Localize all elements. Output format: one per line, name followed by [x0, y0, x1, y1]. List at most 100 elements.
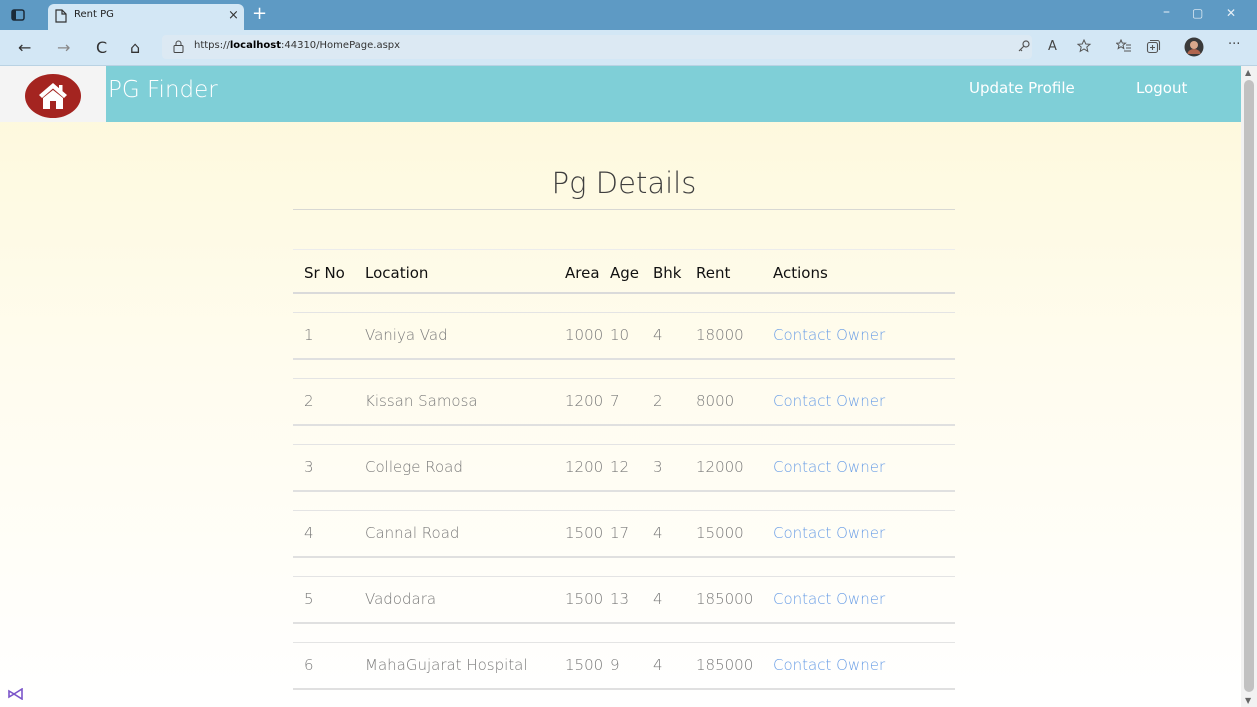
minimize-icon[interactable]: – — [1163, 4, 1170, 20]
tab-actions-icon[interactable] — [10, 7, 26, 23]
logo-badge — [25, 74, 81, 118]
header-age: Age — [610, 249, 653, 294]
lock-icon — [173, 40, 184, 53]
row-spacer — [293, 292, 955, 313]
site-navbar: PG Finder Update Profile Logout — [0, 66, 1241, 122]
cell-rent: 12000 — [696, 444, 773, 492]
cell-rent: 8000 — [696, 378, 773, 426]
cell-age: 7 — [610, 378, 653, 426]
logo-container[interactable] — [0, 66, 106, 122]
scroll-thumb[interactable] — [1244, 80, 1254, 692]
table-row: 3 College Road 1200 12 3 12000 Contact O… — [293, 444, 955, 492]
cell-location: Kissan Samosa — [365, 378, 565, 426]
page-icon — [55, 9, 67, 23]
update-profile-link[interactable]: Update Profile — [969, 79, 1075, 97]
header-area: Area — [565, 249, 610, 294]
cell-area: 1500 — [565, 576, 610, 624]
cell-sr-no: 1 — [293, 312, 365, 360]
cell-location: College Road — [365, 444, 565, 492]
cell-age: 12 — [610, 444, 653, 492]
browser-address-bar: ← → C ⌂ https://localhost:44310/HomePage… — [0, 30, 1257, 66]
tab-title: Rent PG — [74, 9, 114, 20]
collections-icon[interactable] — [1146, 39, 1161, 54]
cell-bhk: 4 — [653, 576, 696, 624]
row-spacer — [293, 358, 955, 379]
brand-title[interactable]: PG Finder — [108, 77, 218, 103]
page-title: Pg Details — [551, 166, 697, 200]
close-window-icon[interactable]: ✕ — [1226, 6, 1236, 20]
cell-bhk: 2 — [653, 378, 696, 426]
contact-owner-link[interactable]: Contact Owner — [773, 392, 885, 410]
url-text: https://localhost:44310/HomePage.aspx — [194, 40, 401, 51]
cell-bhk: 4 — [653, 510, 696, 558]
cell-area: 1000 — [565, 312, 610, 360]
key-icon[interactable] — [1017, 39, 1031, 53]
contact-owner-link[interactable]: Contact Owner — [773, 524, 885, 542]
home-icon — [39, 83, 67, 109]
contact-owner-link[interactable]: Contact Owner — [773, 458, 885, 476]
scroll-down-icon[interactable]: ▼ — [1245, 696, 1251, 705]
cell-area: 1500 — [565, 510, 610, 558]
cell-rent: 18000 — [696, 312, 773, 360]
table-header-row: Sr No Location Area Age Bhk Rent Actions — [293, 249, 955, 294]
header-sr-no: Sr No — [293, 249, 365, 294]
cell-area: 1200 — [565, 444, 610, 492]
home-nav-icon[interactable]: ⌂ — [130, 38, 140, 57]
favorite-icon[interactable] — [1077, 39, 1093, 53]
forward-icon[interactable]: → — [57, 38, 70, 57]
cell-rent: 185000 — [696, 642, 773, 690]
cell-age: 9 — [610, 642, 653, 690]
header-rent: Rent — [696, 249, 773, 294]
table-row: 2 Kissan Samosa 1200 7 2 8000 Contact Ow… — [293, 378, 955, 426]
cell-area: 1500 — [565, 642, 610, 690]
cell-sr-no: 6 — [293, 642, 365, 690]
row-spacer — [293, 424, 955, 445]
back-icon[interactable]: ← — [18, 38, 31, 57]
url-field[interactable]: https://localhost:44310/HomePage.aspx — [162, 35, 1032, 59]
page-scrollbar[interactable]: ▲ ▼ — [1241, 66, 1257, 707]
browser-tab-bar: Rent PG × + – ▢ ✕ — [0, 0, 1257, 30]
tab-close-icon[interactable]: × — [228, 8, 239, 23]
cell-rent: 185000 — [696, 576, 773, 624]
header-actions: Actions — [773, 249, 955, 294]
more-options-icon[interactable]: ··· — [1228, 37, 1240, 52]
cell-area: 1200 — [565, 378, 610, 426]
new-tab-button[interactable]: + — [252, 3, 267, 24]
cell-sr-no: 4 — [293, 510, 365, 558]
row-spacer — [293, 490, 955, 511]
contact-owner-link[interactable]: Contact Owner — [773, 326, 885, 344]
pg-details-table: Sr No Location Area Age Bhk Rent Actions… — [293, 249, 955, 690]
page-viewport: PG Finder Update Profile Logout Pg Detai… — [0, 66, 1241, 707]
title-divider — [293, 209, 955, 210]
table-row: 1 Vaniya Vad 1000 10 4 18000 Contact Own… — [293, 312, 955, 360]
table-row: 5 Vadodara 1500 13 4 185000 Contact Owne… — [293, 576, 955, 624]
scroll-up-icon[interactable]: ▲ — [1245, 68, 1251, 77]
contact-owner-link[interactable]: Contact Owner — [773, 590, 885, 608]
cell-location: Cannal Road — [365, 510, 565, 558]
cell-bhk: 4 — [653, 312, 696, 360]
contact-owner-link[interactable]: Contact Owner — [773, 656, 885, 674]
header-bhk: Bhk — [653, 249, 696, 294]
cell-bhk: 3 — [653, 444, 696, 492]
cell-sr-no: 5 — [293, 576, 365, 624]
cell-bhk: 4 — [653, 642, 696, 690]
cell-age: 13 — [610, 576, 653, 624]
cell-location: MahaGujarat Hospital — [365, 642, 565, 690]
browser-tab[interactable]: Rent PG × — [48, 4, 244, 30]
cell-age: 17 — [610, 510, 653, 558]
restore-icon[interactable]: ▢ — [1192, 6, 1203, 20]
cell-sr-no: 2 — [293, 378, 365, 426]
table-row: 6 MahaGujarat Hospital 1500 9 4 185000 C… — [293, 642, 955, 690]
read-aloud-icon[interactable]: A — [1048, 39, 1057, 54]
row-spacer — [293, 622, 955, 643]
row-spacer — [293, 556, 955, 577]
favorites-list-icon[interactable] — [1116, 39, 1132, 53]
refresh-icon[interactable]: C — [96, 38, 107, 57]
cell-age: 10 — [610, 312, 653, 360]
visual-studio-icon[interactable] — [8, 688, 24, 700]
cell-location: Vadodara — [365, 576, 565, 624]
logout-link[interactable]: Logout — [1136, 79, 1187, 97]
profile-avatar[interactable] — [1184, 37, 1204, 57]
table-row: 4 Cannal Road 1500 17 4 15000 Contact Ow… — [293, 510, 955, 558]
cell-location: Vaniya Vad — [365, 312, 565, 360]
